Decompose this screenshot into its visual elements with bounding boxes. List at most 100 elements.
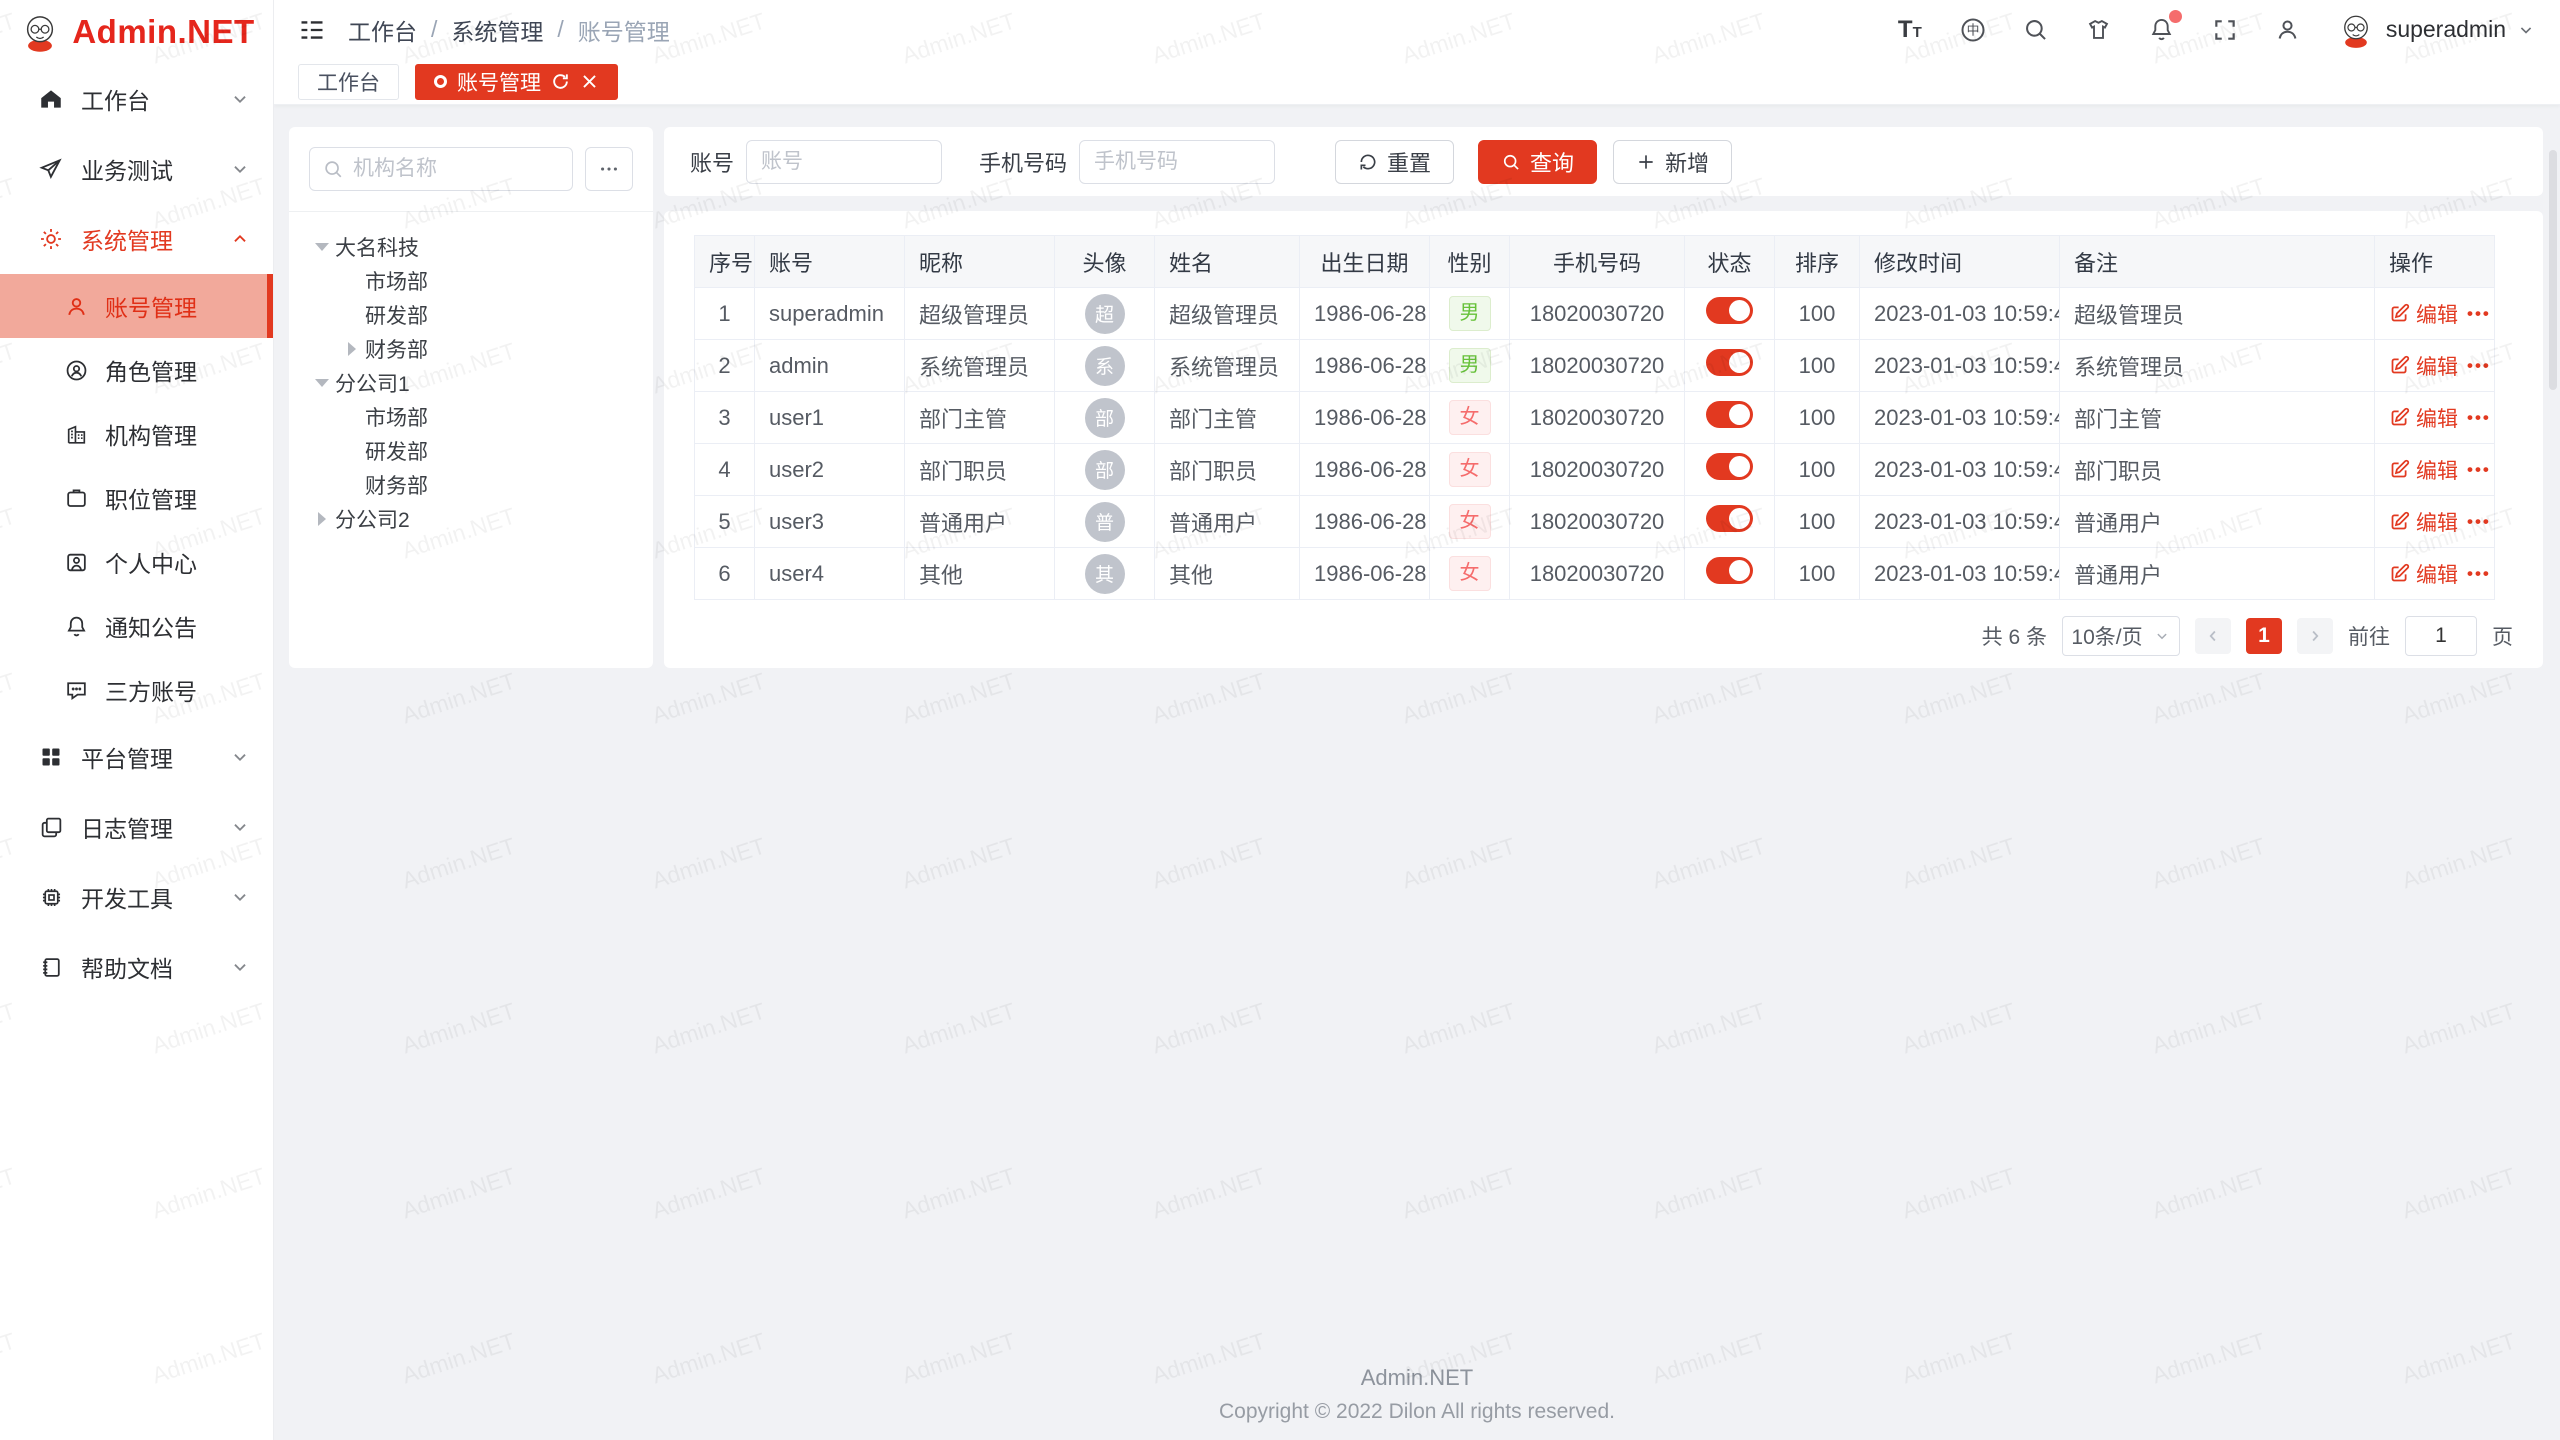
cell-status <box>1685 496 1775 548</box>
book-icon <box>36 952 66 982</box>
sidebar-item-position-management[interactable]: 职位管理 <box>0 466 273 530</box>
sidebar-item-notice[interactable]: 通知公告 <box>0 594 273 658</box>
tab-account-management[interactable]: 账号管理 <box>415 64 618 100</box>
bell-icon <box>62 612 90 640</box>
cell-name: 普通用户 <box>1155 496 1300 548</box>
avatar: 部 <box>1085 450 1125 490</box>
tree-node[interactable]: 研发部 <box>309 434 633 468</box>
font-size-icon[interactable]: TT <box>1895 15 1925 45</box>
status-toggle[interactable] <box>1706 401 1753 428</box>
status-toggle[interactable] <box>1706 297 1753 324</box>
chevron-down-icon <box>229 88 251 110</box>
theme-shirt-icon[interactable] <box>2084 15 2114 45</box>
query-button[interactable]: 查询 <box>1478 140 1597 184</box>
tree-node[interactable]: 研发部 <box>309 298 633 332</box>
tree-node[interactable]: 大名科技 <box>309 230 633 264</box>
sidebar-item-help-docs[interactable]: 帮助文档 <box>0 932 273 1002</box>
tree-node-label: 分公司1 <box>335 368 410 398</box>
tree-node[interactable]: 分公司2 <box>309 502 633 536</box>
account-input[interactable] <box>746 140 942 184</box>
column-header-phone: 手机号码 <box>1510 236 1685 288</box>
menu-fold-icon[interactable] <box>298 16 326 44</box>
page-size-select[interactable]: 10条/页 <box>2062 616 2180 656</box>
breadcrumb-workbench[interactable]: 工作台 <box>348 13 417 47</box>
caret-down-icon[interactable] <box>309 379 335 387</box>
close-icon[interactable] <box>580 72 599 91</box>
status-toggle[interactable] <box>1706 557 1753 584</box>
edit-button[interactable]: 编辑 <box>2389 299 2458 329</box>
sidebar-item-platform-management[interactable]: 平台管理 <box>0 722 273 792</box>
sidebar-item-business-test[interactable]: 业务测试 <box>0 134 273 204</box>
column-header-remark: 备注 <box>2060 236 2375 288</box>
sidebar-item-workbench[interactable]: 工作台 <box>0 64 273 134</box>
cell-phone: 18020030720 <box>1510 444 1685 496</box>
sidebar-item-org-management[interactable]: 机构管理 <box>0 402 273 466</box>
column-header-nickname: 昵称 <box>905 236 1055 288</box>
cell-action: 编辑 ••• <box>2375 548 2495 600</box>
cell-birth: 1986-06-28 <box>1300 392 1430 444</box>
edit-button[interactable]: 编辑 <box>2389 403 2458 433</box>
avatar: 其 <box>1085 554 1125 594</box>
edit-button[interactable]: 编辑 <box>2389 351 2458 381</box>
more-actions-button[interactable]: ••• <box>2467 564 2491 584</box>
cell-nickname: 部门主管 <box>905 392 1055 444</box>
status-toggle[interactable] <box>1706 505 1753 532</box>
sidebar-item-third-party-account[interactable]: 三方账号 <box>0 658 273 722</box>
breadcrumb-system-management[interactable]: 系统管理 <box>451 13 543 47</box>
app-logo[interactable]: Admin.NET <box>0 0 273 64</box>
sidebar-item-personal-center[interactable]: 个人中心 <box>0 530 273 594</box>
more-actions-button[interactable]: ••• <box>2467 408 2491 428</box>
edit-button[interactable]: 编辑 <box>2389 559 2458 589</box>
org-search-input[interactable] <box>353 157 560 181</box>
language-icon[interactable]: 中 <box>1958 15 1988 45</box>
page-unit-label: 页 <box>2492 621 2513 651</box>
gender-tag: 男 <box>1449 348 1491 383</box>
caret-right-icon[interactable] <box>339 342 365 356</box>
notification-bell-icon[interactable] <box>2147 15 2177 45</box>
org-more-button[interactable] <box>585 147 633 191</box>
more-actions-button[interactable]: ••• <box>2467 512 2491 532</box>
tree-node[interactable]: 财务部 <box>309 332 633 366</box>
cell-action: 编辑 ••• <box>2375 340 2495 392</box>
current-page[interactable]: 1 <box>2246 618 2282 654</box>
edit-button[interactable]: 编辑 <box>2389 507 2458 537</box>
sidebar-item-log-management[interactable]: 日志管理 <box>0 792 273 862</box>
scrollbar-thumb[interactable] <box>2549 150 2557 390</box>
profile-icon[interactable] <box>2273 15 2303 45</box>
status-toggle[interactable] <box>1706 349 1753 376</box>
sidebar-item-dev-tools[interactable]: 开发工具 <box>0 862 273 932</box>
edit-button[interactable]: 编辑 <box>2389 455 2458 485</box>
org-tree-panel: 大名科技市场部研发部财务部分公司1市场部研发部财务部分公司2 <box>289 127 653 668</box>
cell-gender: 女 <box>1430 548 1510 600</box>
tree-node[interactable]: 分公司1 <box>309 366 633 400</box>
sidebar-item-system-management[interactable]: 系统管理 <box>0 204 273 274</box>
phone-input[interactable] <box>1079 140 1275 184</box>
cell-phone: 18020030720 <box>1510 548 1685 600</box>
tree-node[interactable]: 市场部 <box>309 264 633 298</box>
sidebar-item-role-management[interactable]: 角色管理 <box>0 338 273 402</box>
caret-down-icon[interactable] <box>309 243 335 251</box>
cell-nickname: 部门职员 <box>905 444 1055 496</box>
tree-node[interactable]: 财务部 <box>309 468 633 502</box>
next-page-button[interactable] <box>2297 618 2333 654</box>
refresh-icon[interactable] <box>551 72 570 91</box>
footer: Admin.NET Copyright © 2022 Dilon All rig… <box>274 1365 2560 1424</box>
search-icon[interactable] <box>2021 15 2051 45</box>
tab-workbench[interactable]: 工作台 <box>298 64 399 100</box>
more-actions-button[interactable]: ••• <box>2467 356 2491 376</box>
goto-page-input[interactable] <box>2405 616 2477 656</box>
sidebar-item-account-management[interactable]: 账号管理 <box>0 274 273 338</box>
tree-node[interactable]: 市场部 <box>309 400 633 434</box>
more-actions-button[interactable]: ••• <box>2467 304 2491 324</box>
account-label: 账号 <box>690 146 734 178</box>
fullscreen-icon[interactable] <box>2210 15 2240 45</box>
add-button[interactable]: 新增 <box>1613 140 1732 184</box>
prev-page-button[interactable] <box>2195 618 2231 654</box>
more-actions-button[interactable]: ••• <box>2467 460 2491 480</box>
status-toggle[interactable] <box>1706 453 1753 480</box>
reset-button[interactable]: 重置 <box>1335 140 1454 184</box>
caret-right-icon[interactable] <box>309 512 335 526</box>
account-table-panel: 序号账号昵称头像姓名出生日期性别手机号码状态排序修改时间备注操作 1supera… <box>664 211 2543 668</box>
user-menu[interactable]: superadmin <box>2336 10 2536 50</box>
cell-name: 部门主管 <box>1155 392 1300 444</box>
